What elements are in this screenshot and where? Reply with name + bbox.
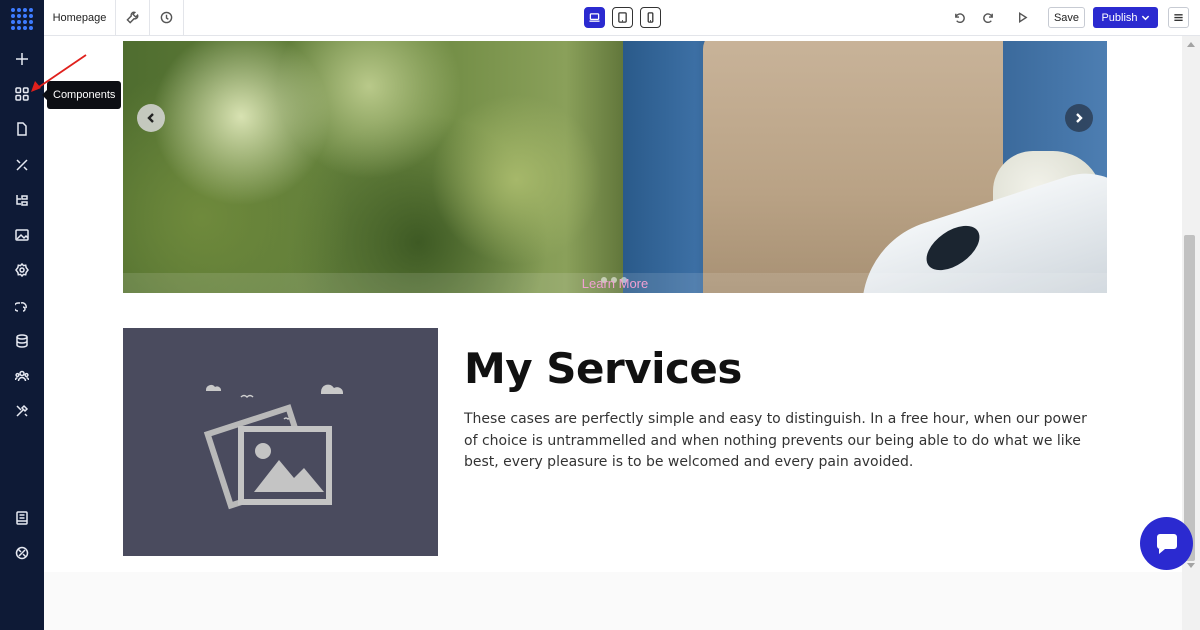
pages-button[interactable] xyxy=(8,115,36,143)
app-logo-icon[interactable] xyxy=(10,7,34,31)
slider-next-button[interactable] xyxy=(1065,104,1093,132)
services-description: These cases are perfectly simple and eas… xyxy=(464,411,1087,470)
redo-button[interactable] xyxy=(973,0,1003,35)
page-preview: Learn More My Services These cases are p… xyxy=(44,36,1182,572)
tools-button[interactable] xyxy=(8,397,36,425)
redo-icon xyxy=(982,13,993,24)
image-icon xyxy=(15,229,29,241)
chevron-right-icon xyxy=(1076,113,1083,123)
settings-icon xyxy=(15,263,29,277)
mobile-view-button[interactable] xyxy=(640,7,661,28)
desktop-icon xyxy=(589,13,600,22)
save-button[interactable]: Save xyxy=(1048,7,1085,28)
components-tooltip: Components xyxy=(41,81,122,109)
chat-bubble-icon xyxy=(1156,533,1177,554)
database-button[interactable] xyxy=(8,327,36,355)
structure-icon xyxy=(16,195,28,206)
left-sidebar xyxy=(0,0,44,630)
structure-button[interactable] xyxy=(8,186,36,214)
undo-button[interactable] xyxy=(944,0,974,35)
media-button[interactable] xyxy=(8,221,36,249)
settings-button[interactable] xyxy=(8,256,36,284)
editor-canvas[interactable]: Learn More My Services These cases are p… xyxy=(44,36,1182,630)
chat-widget-button[interactable] xyxy=(1140,517,1193,570)
page-icon xyxy=(17,122,27,136)
design-tools-icon xyxy=(16,159,28,171)
play-icon xyxy=(1018,12,1028,23)
components-button[interactable] xyxy=(8,80,36,108)
tablet-icon xyxy=(618,12,627,23)
support-button[interactable] xyxy=(8,539,36,567)
docs-icon xyxy=(16,511,28,525)
components-icon xyxy=(15,87,29,101)
wrench-icon xyxy=(126,11,139,24)
integrations-button[interactable] xyxy=(8,292,36,320)
scroll-thumb[interactable] xyxy=(1184,235,1195,561)
services-title: My Services xyxy=(464,344,742,393)
publish-button[interactable]: Publish xyxy=(1093,7,1158,28)
scroll-down-icon[interactable] xyxy=(1187,563,1195,568)
undo-icon xyxy=(954,13,965,24)
publish-label: Publish xyxy=(1101,11,1138,24)
desktop-view-button[interactable] xyxy=(584,7,605,28)
tablet-view-button[interactable] xyxy=(612,7,633,28)
mobile-icon xyxy=(647,12,654,23)
hamburger-icon xyxy=(1174,14,1183,21)
image-placeholder-icon xyxy=(203,384,343,510)
chevron-down-icon xyxy=(1141,15,1149,21)
scroll-up-icon[interactable] xyxy=(1187,42,1195,47)
add-icon xyxy=(16,53,28,65)
database-icon xyxy=(16,334,28,348)
users-button[interactable] xyxy=(8,362,36,390)
learn-more-link[interactable]: Learn More xyxy=(123,276,1107,291)
support-icon xyxy=(15,546,29,560)
integrations-icon xyxy=(15,302,27,312)
preview-button[interactable] xyxy=(1007,0,1037,35)
top-toolbar: Homepage Save Publish xyxy=(44,0,1200,36)
page-selector[interactable]: Homepage xyxy=(44,0,116,35)
hero-slider[interactable]: Learn More xyxy=(123,41,1107,293)
services-image-placeholder[interactable] xyxy=(123,328,438,556)
chevron-left-icon xyxy=(147,113,154,123)
page-settings-button[interactable] xyxy=(116,0,150,35)
add-button[interactable] xyxy=(8,45,36,73)
slider-prev-button[interactable] xyxy=(137,104,165,132)
tools-icon xyxy=(16,404,29,417)
menu-button[interactable] xyxy=(1168,7,1189,28)
design-button[interactable] xyxy=(8,151,36,179)
history-button[interactable] xyxy=(150,0,184,35)
docs-button[interactable] xyxy=(8,504,36,532)
users-icon xyxy=(15,370,29,382)
clock-icon xyxy=(160,11,173,24)
